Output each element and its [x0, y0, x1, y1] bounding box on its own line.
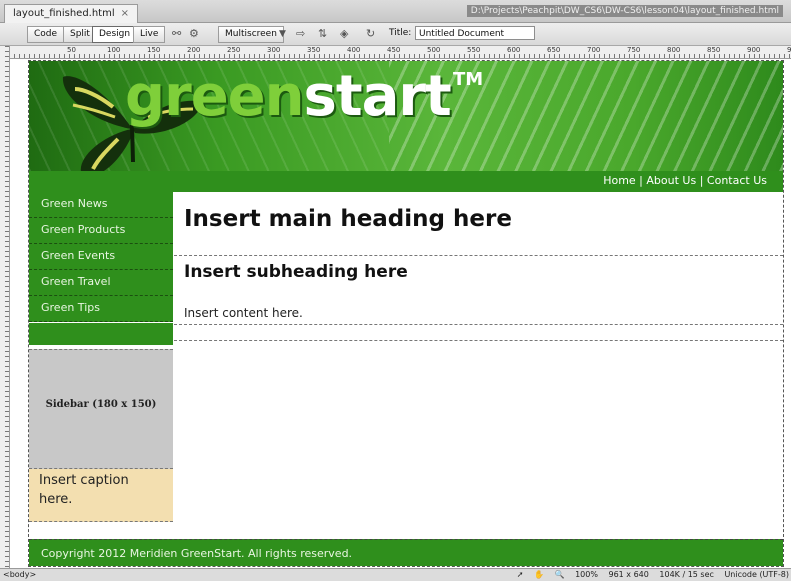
nav-separator: | — [639, 174, 643, 187]
horizontal-ruler: 50 100 150 200 250 300 350 400 450 500 550 600 650 70… — [9, 46, 791, 59]
ruler-tick-label: 650 — [547, 46, 561, 54]
file-management-icon[interactable]: ⇅ — [318, 27, 327, 41]
zoom-level[interactable]: 100% — [575, 570, 598, 579]
document-tab-bar: layout_finished.html × D:\Projects\Peachp… — [0, 0, 791, 23]
nav-link-about[interactable]: About Us — [646, 174, 696, 187]
title-input[interactable]: Untitled Document — [415, 26, 535, 40]
multiscreen-dropdown-icon[interactable]: ▼ — [279, 27, 286, 41]
logo-start-text: start — [303, 64, 452, 129]
sidebar-item-green-travel[interactable]: Green Travel — [29, 270, 173, 296]
content-divider — [174, 324, 783, 325]
ruler-tick-label: 850 — [707, 46, 721, 54]
sidebar[interactable]: Green News Green Products Green Events G… — [29, 192, 173, 522]
tag-selector[interactable]: <body> — [3, 569, 36, 580]
sidebar-image-placeholder[interactable]: Sidebar (180 x 150) — [29, 349, 173, 469]
status-bar: <body> ➚ ✋ 🔍 100% 961 x 640 104K / 15 se… — [0, 568, 791, 581]
ruler-tick-label: 700 — [587, 46, 601, 54]
logo-green-text: green — [125, 64, 305, 129]
multiscreen-button[interactable]: Multiscreen — [218, 26, 284, 43]
page-container[interactable]: greenstart TM Home | About Us | Contact … — [28, 60, 784, 567]
ruler-tick-label: 400 — [347, 46, 361, 54]
nav-link-home[interactable]: Home — [603, 174, 635, 187]
content-divider — [174, 340, 783, 341]
sidebar-item-green-events[interactable]: Green Events — [29, 244, 173, 270]
visual-aids-icon[interactable]: ◈ — [340, 27, 348, 41]
inspect-icon[interactable]: ⚙ — [189, 27, 199, 41]
ruler-tick-label: 950 — [787, 46, 791, 54]
sidebar-item-green-products[interactable]: Green Products — [29, 218, 173, 244]
document-tab-label: layout_finished.html — [13, 8, 115, 19]
live-view-button[interactable]: Live — [133, 26, 166, 43]
design-view-button[interactable]: Design — [92, 26, 138, 43]
subheading[interactable]: Insert subheading here — [184, 262, 408, 282]
hand-tool-icon[interactable]: ✋ — [534, 570, 544, 579]
select-tool-icon[interactable]: ➚ — [517, 570, 524, 579]
live-code-icon[interactable]: ⚯ — [172, 27, 181, 41]
ruler-tick-label: 500 — [427, 46, 441, 54]
design-canvas[interactable]: greenstart TM Home | About Us | Contact … — [10, 59, 791, 568]
sidebar-image-label: Sidebar (180 x 150) — [45, 399, 157, 410]
sidebar-item-green-tips[interactable]: Green Tips — [29, 296, 173, 322]
site-logo: greenstart — [125, 64, 452, 129]
sidebar-caption[interactable]: Insert caption here. — [29, 469, 173, 522]
ruler-tick-label: 300 — [267, 46, 281, 54]
document-path: D:\Projects\Peachpit\DW_CS6\DW-CS6\lesso… — [466, 5, 783, 17]
top-navigation: Home | About Us | Contact Us — [603, 172, 767, 190]
nav-link-contact[interactable]: Contact Us — [707, 174, 767, 187]
close-icon[interactable]: × — [121, 8, 129, 19]
ruler-tick-label: 600 — [507, 46, 521, 54]
document-toolbar: Code Split Design Live ⚯ ⚙ Multiscreen ▼… — [0, 23, 791, 46]
ruler-tick-label: 100 — [107, 46, 121, 54]
status-info: ➚ ✋ 🔍 100% 961 x 640 104K / 15 sec Unico… — [509, 569, 789, 580]
sidebar-item-green-news[interactable]: Green News — [29, 192, 173, 218]
refresh-icon[interactable]: ↻ — [366, 27, 375, 41]
encoding: Unicode (UTF-8) — [724, 570, 789, 579]
content-divider — [174, 255, 783, 256]
trademark-mark: TM — [453, 69, 484, 90]
sidebar-menu-filler — [29, 323, 173, 345]
preview-browser-icon[interactable]: ⇨ — [296, 27, 305, 41]
ruler-tick-label: 800 — [667, 46, 681, 54]
main-content[interactable]: Insert main heading here Insert subheadi… — [174, 192, 783, 522]
ruler-tick-label: 750 — [627, 46, 641, 54]
page-footer[interactable]: Copyright 2012 Meridien GreenStart. All … — [29, 539, 783, 566]
ruler-tick-label: 450 — [387, 46, 401, 54]
page-header[interactable]: greenstart TM Home | About Us | Contact … — [29, 61, 783, 192]
title-label: Title: — [389, 28, 412, 38]
download-size: 104K / 15 sec — [659, 570, 714, 579]
main-heading[interactable]: Insert main heading here — [184, 206, 512, 232]
zoom-tool-icon[interactable]: 🔍 — [555, 570, 565, 579]
ruler-tick-label: 550 — [467, 46, 481, 54]
document-tab[interactable]: layout_finished.html × — [4, 4, 139, 23]
ruler-tick-label: 350 — [307, 46, 321, 54]
ruler-tick-label: 900 — [747, 46, 761, 54]
code-view-button[interactable]: Code — [27, 26, 65, 43]
ruler-tick-label: 200 — [187, 46, 201, 54]
content-paragraph[interactable]: Insert content here. — [184, 306, 303, 320]
window-size[interactable]: 961 x 640 — [608, 570, 648, 579]
ruler-tick-label: 250 — [227, 46, 241, 54]
vertical-ruler — [0, 46, 10, 568]
ruler-tick-label: 150 — [147, 46, 161, 54]
nav-separator: | — [699, 174, 704, 187]
ruler-tick-label: 50 — [67, 46, 76, 54]
